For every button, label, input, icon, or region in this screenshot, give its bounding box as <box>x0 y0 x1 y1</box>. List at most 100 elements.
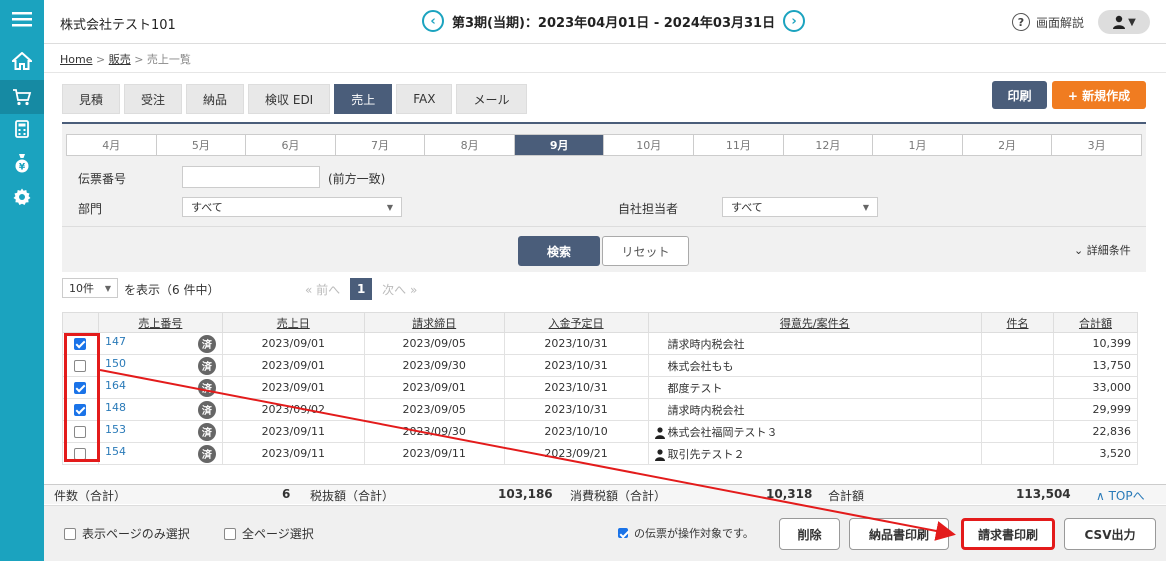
new-create-button[interactable]: + 新規作成 <box>1052 81 1146 109</box>
staff-select[interactable]: すべて ▼ <box>722 197 878 217</box>
header-sale-number[interactable]: 売上番号 <box>97 312 223 333</box>
sale-number-link[interactable]: 147 <box>105 335 126 348</box>
month-tab[interactable]: 3月 <box>1052 135 1141 155</box>
total-cell: 10,399 <box>1052 332 1139 355</box>
tab-order[interactable]: 受注 <box>124 84 183 114</box>
staff-label: 自社担当者 <box>618 202 679 216</box>
next-page-link[interactable]: 次へ » <box>382 281 417 298</box>
table-row[interactable]: 153 済 2023/09/11 2023/09/30 2023/10/10 株式会社福岡… <box>62 420 1139 443</box>
month-tab[interactable]: 2月 <box>963 135 1053 155</box>
operation-target-text: の伝票が操作対象です。 <box>634 527 754 540</box>
header-checkbox-column <box>62 312 99 333</box>
detail-conditions-label: 詳細条件 <box>1086 244 1131 257</box>
gear-icon[interactable] <box>0 180 44 214</box>
header-customer[interactable]: 得意先/案件名 <box>647 312 983 333</box>
prev-page-link[interactable]: « 前へ <box>305 281 340 298</box>
reset-button[interactable]: リセット <box>602 236 689 266</box>
select-all-pages-label: 全ページ選択 <box>242 527 314 541</box>
help-button[interactable]: ? 画面解説 <box>1012 13 1084 31</box>
next-period-button[interactable]: › <box>783 10 806 32</box>
table-row[interactable]: 164 済 2023/09/01 2023/09/01 2023/10/31 都度テスト 3… <box>62 376 1139 399</box>
cart-icon[interactable] <box>0 80 44 114</box>
breadcrumb-home-link[interactable]: Home <box>60 53 92 66</box>
tab-inspection-edi[interactable]: 検収 EDI <box>248 84 331 114</box>
tab-delivery[interactable]: 納品 <box>186 84 245 114</box>
user-menu-button[interactable]: ▼ <box>1098 10 1150 34</box>
back-to-top-link[interactable]: ∧ TOPへ <box>1096 487 1145 504</box>
breadcrumb-separator: > <box>95 53 106 66</box>
caret-down-icon: ▼ <box>104 283 111 293</box>
table-row[interactable]: 154 済 2023/09/11 2023/09/11 2023/09/21 取引先テスト… <box>62 442 1139 465</box>
customer-name: 株式会社もも <box>667 359 734 373</box>
select-page-only-checkbox[interactable]: 表示ページのみ選択 <box>64 525 190 542</box>
breadcrumb: Home > 販売 > 売上一覧 <box>60 51 191 67</box>
slip-number-input[interactable] <box>182 166 320 188</box>
home-icon[interactable] <box>0 44 44 78</box>
tab-sales[interactable]: 売上 <box>334 84 393 114</box>
month-tab[interactable]: 6月 <box>246 135 336 155</box>
close-date-cell: 2023/09/05 <box>363 398 505 421</box>
month-tab[interactable]: 12月 <box>784 135 874 155</box>
total-cell: 3,520 <box>1052 442 1139 465</box>
table-row[interactable]: 148 済 2023/09/02 2023/09/05 2023/10/31 請求時内税会… <box>62 398 1139 421</box>
top-header: 株式会社テスト101 ‹ 第3期(当期)：2023年04月01日 - 2024年… <box>44 0 1166 44</box>
sale-number-link[interactable]: 148 <box>105 401 126 414</box>
sale-number-link[interactable]: 150 <box>105 357 126 370</box>
delivery-note-print-button[interactable]: 納品書印刷 <box>849 518 949 550</box>
total-cell: 33,000 <box>1052 376 1139 399</box>
header-sale-date[interactable]: 売上日 <box>221 312 365 333</box>
sale-number-link[interactable]: 164 <box>105 379 126 392</box>
department-select[interactable]: すべて ▼ <box>182 197 402 217</box>
annotation-checkbox-highlight <box>64 333 100 462</box>
month-tab[interactable]: 1月 <box>873 135 963 155</box>
total-cell: 29,999 <box>1052 398 1139 421</box>
calculator-icon[interactable] <box>0 112 44 146</box>
print-button[interactable]: 印刷 <box>992 81 1047 109</box>
month-tab[interactable]: 4月 <box>67 135 157 155</box>
month-tab[interactable]: 10月 <box>604 135 695 155</box>
header-payment-date[interactable]: 入金予定日 <box>503 312 649 333</box>
tab-estimate[interactable]: 見積 <box>62 84 121 114</box>
totals-bar: 件数（合計） 6 税抜額（合計） 103,186 消費税額（合計） 10,318… <box>44 484 1166 504</box>
slip-number-label: 伝票番号 <box>78 172 127 186</box>
menu-icon[interactable] <box>0 2 44 36</box>
money-bag-icon[interactable]: ¥ <box>0 146 44 180</box>
payment-date-cell: 2023/09/21 <box>503 442 649 465</box>
tab-fax[interactable]: FAX <box>396 84 453 114</box>
close-date-cell: 2023/09/30 <box>363 420 505 443</box>
header-close-date[interactable]: 請求締日 <box>363 312 505 333</box>
search-button[interactable]: 検索 <box>518 236 600 266</box>
header-total[interactable]: 合計額 <box>1052 312 1139 333</box>
count-total-value: 6 <box>282 487 291 501</box>
chevron-down-icon: ⌄ <box>1074 244 1084 257</box>
delete-button[interactable]: 削除 <box>779 518 840 550</box>
sale-date-cell: 2023/09/02 <box>221 398 365 421</box>
tab-mail[interactable]: メール <box>456 84 527 114</box>
invoice-print-button[interactable]: 請求書印刷 <box>961 518 1055 550</box>
month-tab[interactable]: 5月 <box>157 135 247 155</box>
csv-export-button[interactable]: CSV出力 <box>1064 518 1156 550</box>
page-number-current[interactable]: 1 <box>350 278 373 300</box>
month-tab[interactable]: 7月 <box>336 135 426 155</box>
sale-number-link[interactable]: 153 <box>105 423 126 436</box>
customer-name: 株式会社福岡テスト３ <box>667 425 778 439</box>
detail-conditions-toggle[interactable]: ⌄ 詳細条件 <box>1074 242 1131 258</box>
subject-cell <box>981 332 1054 355</box>
table-row[interactable]: 150 済 2023/09/01 2023/09/30 2023/10/31 株式会社もも… <box>62 354 1139 377</box>
month-tab-active[interactable]: 9月 <box>514 135 605 155</box>
select-all-pages-checkbox[interactable]: 全ページ選択 <box>224 525 314 542</box>
prev-period-button[interactable]: ‹ <box>422 10 444 32</box>
tax-total-value: 10,318 <box>766 487 813 501</box>
sale-number-link[interactable]: 154 <box>105 445 126 458</box>
search-panel: 4月 5月 6月 7月 8月 9月 10月 11月 12月 1月 2月 3月 伝… <box>62 122 1146 272</box>
month-tab[interactable]: 8月 <box>425 135 515 155</box>
per-page-value: 10件 <box>69 282 94 295</box>
month-tab[interactable]: 11月 <box>694 135 784 155</box>
question-icon: ? <box>1012 13 1030 31</box>
breadcrumb-sales-link[interactable]: 販売 <box>109 53 131 66</box>
sale-date-cell: 2023/09/01 <box>221 376 365 399</box>
table-row[interactable]: 147 済 2023/09/01 2023/09/05 2023/10/31 請求時内税会… <box>62 332 1139 355</box>
per-page-select[interactable]: 10件 ▼ <box>62 278 118 298</box>
header-subject[interactable]: 件名 <box>981 312 1054 333</box>
sale-date-cell: 2023/09/11 <box>221 420 365 443</box>
